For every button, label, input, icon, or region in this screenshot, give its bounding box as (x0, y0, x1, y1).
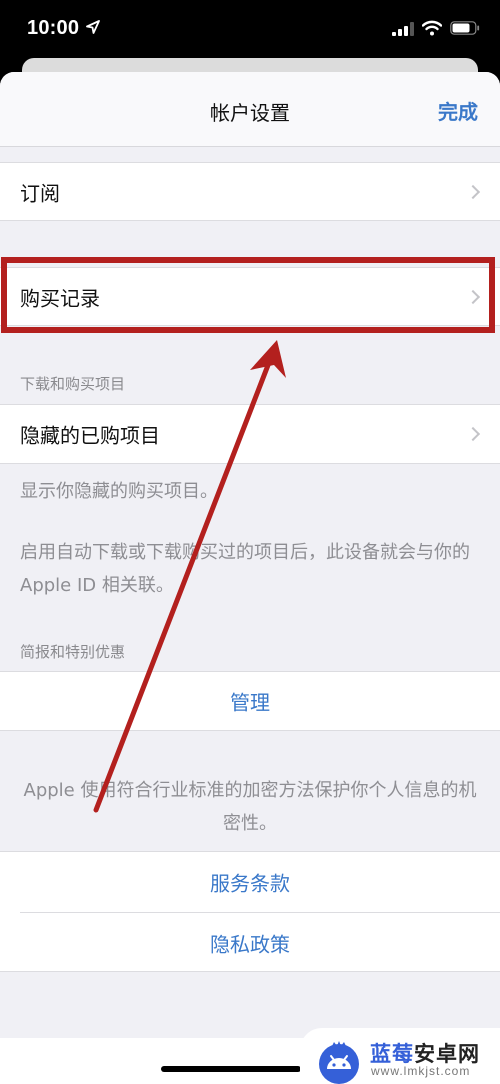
status-bar: 10:00 (0, 0, 500, 58)
hidden-purchases-footer: 显示你隐藏的购买项目。 (20, 481, 218, 502)
navigation-bar: 帐户设置 完成 (0, 72, 500, 147)
terms-of-service-link[interactable]: 服务条款 (0, 868, 500, 897)
hidden-purchases-row[interactable]: 隐藏的已购项目 (0, 404, 500, 464)
subscriptions-label: 订阅 (20, 181, 60, 205)
manage-row[interactable]: 管理 (0, 671, 500, 731)
page-title: 帐户设置 (210, 101, 290, 125)
privacy-policy-link[interactable]: 隐私政策 (0, 928, 500, 957)
terms-row[interactable]: 服务条款 隐私政策 (0, 851, 500, 972)
account-settings-sheet: 帐户设置 完成 订阅 购买记录 下载和购买项目 隐藏的已购项目 显示你隐藏的购买… (0, 72, 500, 1084)
terms-of-service-item[interactable]: 服务条款 (0, 852, 500, 912)
watermark-title-blue: 蓝莓 (370, 1042, 414, 1066)
privacy-policy-item[interactable]: 隐私政策 (0, 913, 500, 972)
chevron-right-icon (465, 184, 481, 199)
privacy-footer: Apple 使用符合行业标准的加密方法保护你个人信息的机密性。 (23, 780, 477, 834)
watermark-title-dark: 安卓网 (414, 1042, 480, 1066)
android-logo-icon (319, 1041, 359, 1084)
home-indicator[interactable] (161, 1066, 301, 1072)
newsletters-section-header: 简报和特别优惠 (20, 643, 126, 661)
auto-download-footer: 启用自动下载或下载购买过的项目后，此设备就会与你的 Apple ID 相关联。 (20, 542, 470, 596)
done-button[interactable]: 完成 (438, 96, 478, 125)
cellular-signal-icon (392, 22, 414, 36)
location-arrow-icon (86, 20, 100, 34)
purchase-history-row[interactable]: 购买记录 (0, 267, 500, 326)
manage-button[interactable]: 管理 (0, 687, 500, 716)
watermark-url: www.lmkjst.com (371, 1064, 471, 1078)
wifi-icon (422, 20, 442, 36)
chevron-right-icon (465, 426, 481, 442)
downloads-section-header: 下载和购买项目 (20, 375, 126, 393)
watermark: 蓝莓安卓网 www.lmkjst.com (300, 1028, 500, 1084)
subscriptions-row[interactable]: 订阅 (0, 162, 500, 221)
battery-icon (450, 21, 480, 35)
hidden-purchases-label: 隐藏的已购项目 (20, 423, 160, 448)
purchase-history-label: 购买记录 (20, 286, 100, 310)
status-time: 10:00 (27, 17, 80, 39)
chevron-right-icon (465, 289, 481, 304)
